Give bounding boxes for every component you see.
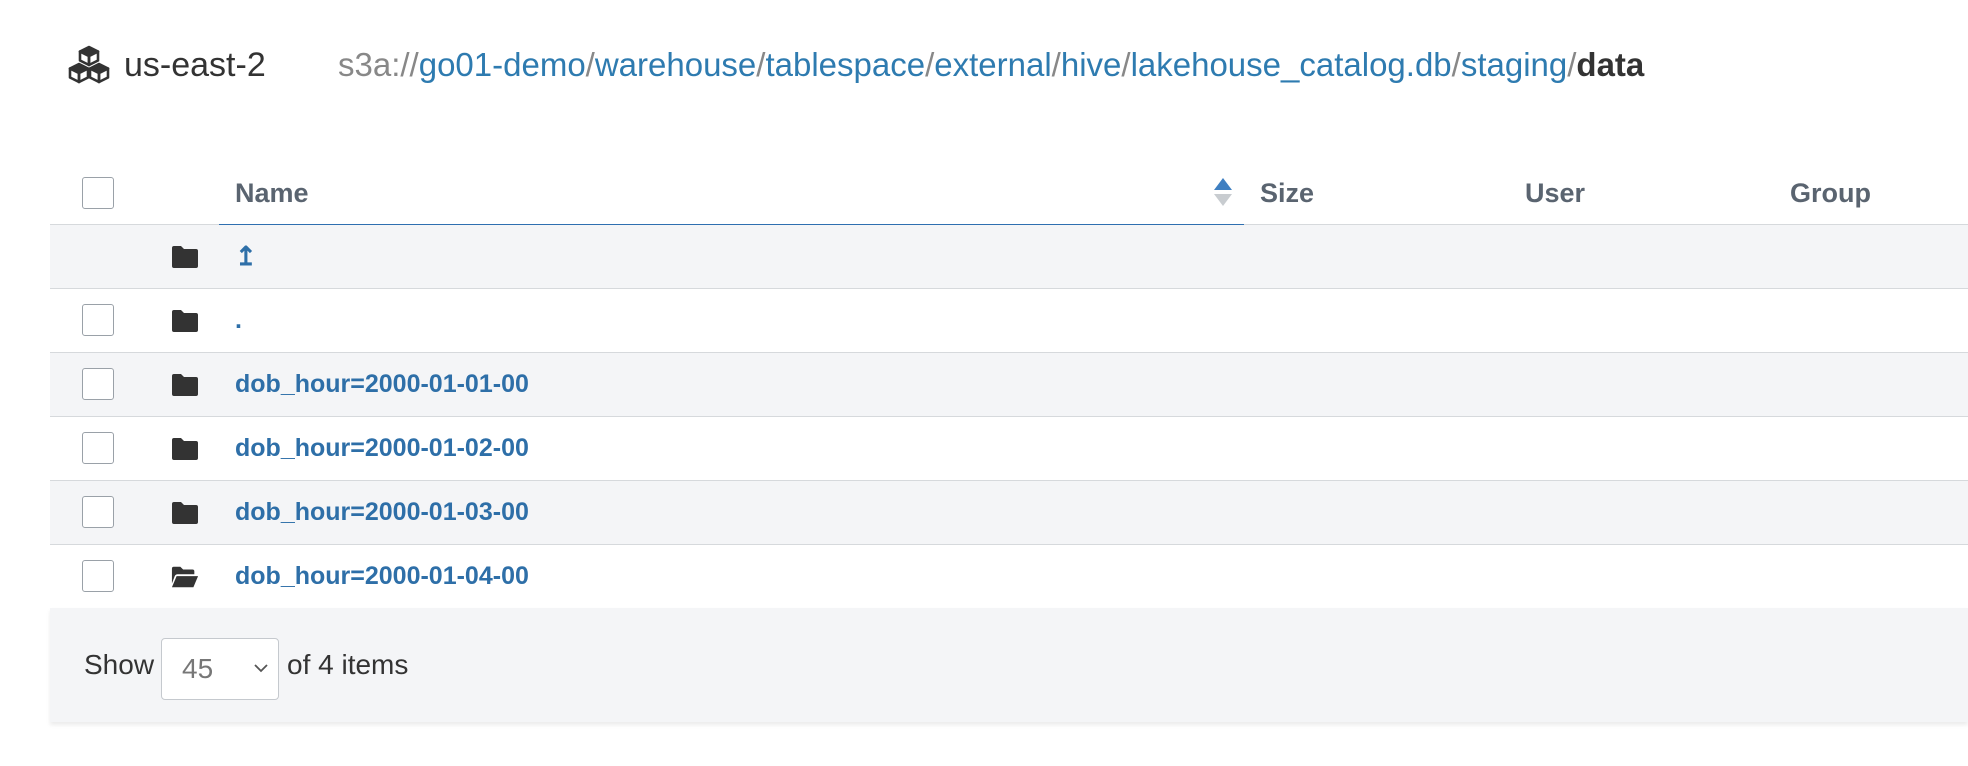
path-separator: /	[925, 46, 935, 83]
path-separator: /	[756, 46, 766, 83]
table-row[interactable]: dob_hour=2000-01-01-00	[50, 353, 1968, 417]
items-count-label: of 4 items	[287, 649, 409, 680]
file-browser: us-east-2 s3a:// go01-demo / warehouse / t…	[0, 0, 1968, 766]
table-row-parent[interactable]: ↥	[50, 225, 1968, 289]
current-directory-link[interactable]: .	[235, 289, 242, 352]
folder-link[interactable]: dob_hour=2000-01-01-00	[235, 353, 529, 416]
folder-link[interactable]: dob_hour=2000-01-04-00	[235, 545, 529, 608]
breadcrumb-segment[interactable]: go01-demo	[419, 46, 586, 84]
folder-link[interactable]: dob_hour=2000-01-03-00	[235, 481, 529, 544]
parent-directory-link[interactable]: ↥	[235, 225, 257, 288]
table-row[interactable]: dob_hour=2000-01-04-00	[50, 545, 1968, 609]
breadcrumb-current: data	[1576, 46, 1645, 83]
breadcrumb-segment[interactable]: tablespace	[765, 46, 925, 84]
folder-icon	[172, 374, 198, 396]
breadcrumb-segment[interactable]: lakehouse_catalog.db	[1131, 46, 1452, 84]
page-size-value: 45	[182, 653, 214, 684]
path-separator: /	[585, 46, 595, 83]
select-all-checkbox[interactable]	[82, 177, 114, 209]
table-row[interactable]: dob_hour=2000-01-03-00	[50, 481, 1968, 545]
folder-icon	[172, 502, 198, 524]
region-label: us-east-2	[124, 45, 266, 84]
row-checkbox[interactable]	[82, 432, 114, 464]
table-header: Name Size User Group	[50, 162, 1968, 226]
folder-icon	[172, 310, 198, 332]
breadcrumb-segment[interactable]: warehouse	[595, 46, 756, 84]
table-row[interactable]: .	[50, 289, 1968, 353]
file-table: Name Size User Group ↥ . dob_hour=2000-0…	[50, 162, 1968, 609]
column-header-group[interactable]: Group	[1790, 162, 1871, 224]
column-header-user[interactable]: User	[1525, 162, 1585, 224]
row-checkbox[interactable]	[82, 304, 114, 336]
folder-icon	[172, 438, 198, 460]
breadcrumb: s3a:// go01-demo / warehouse / tablespace /…	[338, 40, 1644, 90]
row-checkbox[interactable]	[82, 368, 114, 400]
row-checkbox[interactable]	[82, 496, 114, 528]
sort-ascending-icon[interactable]	[1213, 176, 1233, 208]
path-separator: /	[1451, 46, 1461, 83]
page-size-select[interactable]: 45	[161, 638, 279, 700]
column-header-name[interactable]: Name	[235, 162, 309, 224]
folder-link[interactable]: dob_hour=2000-01-02-00	[235, 417, 529, 480]
chevron-down-icon	[254, 664, 268, 673]
header: us-east-2	[66, 40, 266, 90]
show-label: Show	[84, 649, 155, 680]
path-separator: /	[1567, 46, 1577, 83]
region-selector[interactable]: us-east-2	[66, 45, 266, 85]
path-scheme: s3a://	[338, 46, 419, 83]
path-separator: /	[1051, 46, 1061, 83]
row-checkbox[interactable]	[82, 560, 114, 592]
table-row[interactable]: dob_hour=2000-01-02-00	[50, 417, 1968, 481]
folder-open-icon	[171, 566, 199, 588]
column-header-size[interactable]: Size	[1260, 162, 1314, 224]
folder-icon	[172, 246, 198, 268]
pagination-footer: Show 45 of 4 items	[50, 608, 1968, 722]
breadcrumb-segment[interactable]: external	[934, 46, 1051, 84]
breadcrumb-segment[interactable]: hive	[1061, 46, 1122, 84]
path-separator: /	[1121, 46, 1131, 83]
cubes-icon	[68, 45, 110, 84]
breadcrumb-segment[interactable]: staging	[1461, 46, 1567, 84]
